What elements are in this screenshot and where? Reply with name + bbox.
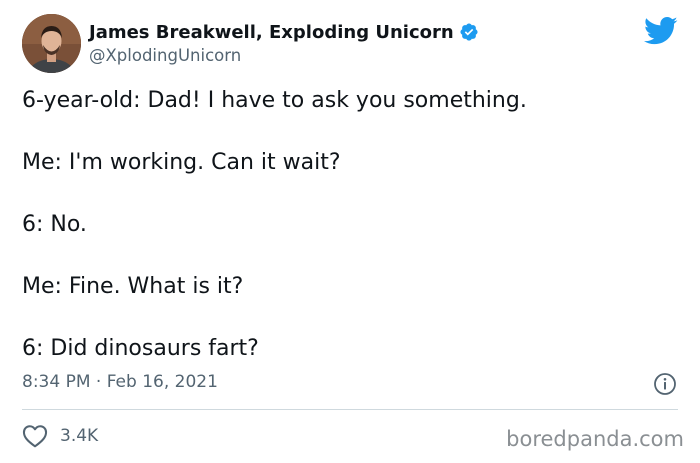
twitter-bird-icon <box>644 16 678 46</box>
divider <box>22 409 678 410</box>
like-button[interactable]: 3.4K <box>22 424 98 448</box>
like-count: 3.4K <box>60 426 99 446</box>
avatar[interactable] <box>22 14 81 73</box>
verified-badge-icon <box>459 22 479 42</box>
info-icon[interactable] <box>653 372 677 396</box>
tweet-line: 6-year-old: Dad! I have to ask you somet… <box>22 88 527 113</box>
tweet-timestamp[interactable]: 8:34 PM · Feb 16, 2021 <box>22 372 218 392</box>
author-handle[interactable]: @XplodingUnicorn <box>89 46 241 65</box>
tweet-line: Me: I'm working. Can it wait? <box>22 150 341 175</box>
author-name-row[interactable]: James Breakwell, Exploding Unicorn <box>89 20 479 44</box>
tweet-line: 6: No. <box>22 212 87 237</box>
tweet-card: James Breakwell, Exploding Unicorn @Xplo… <box>0 0 700 463</box>
tweet-body: 6-year-old: Dad! I have to ask you somet… <box>22 86 682 396</box>
display-name[interactable]: James Breakwell, Exploding Unicorn <box>89 22 454 43</box>
avatar-image <box>22 14 81 73</box>
tweet-line: 6: Did dinosaurs fart? <box>22 336 259 361</box>
heart-icon <box>22 424 48 448</box>
watermark: boredpanda.com <box>506 427 684 451</box>
tweet-line: Me: Fine. What is it? <box>22 274 244 299</box>
